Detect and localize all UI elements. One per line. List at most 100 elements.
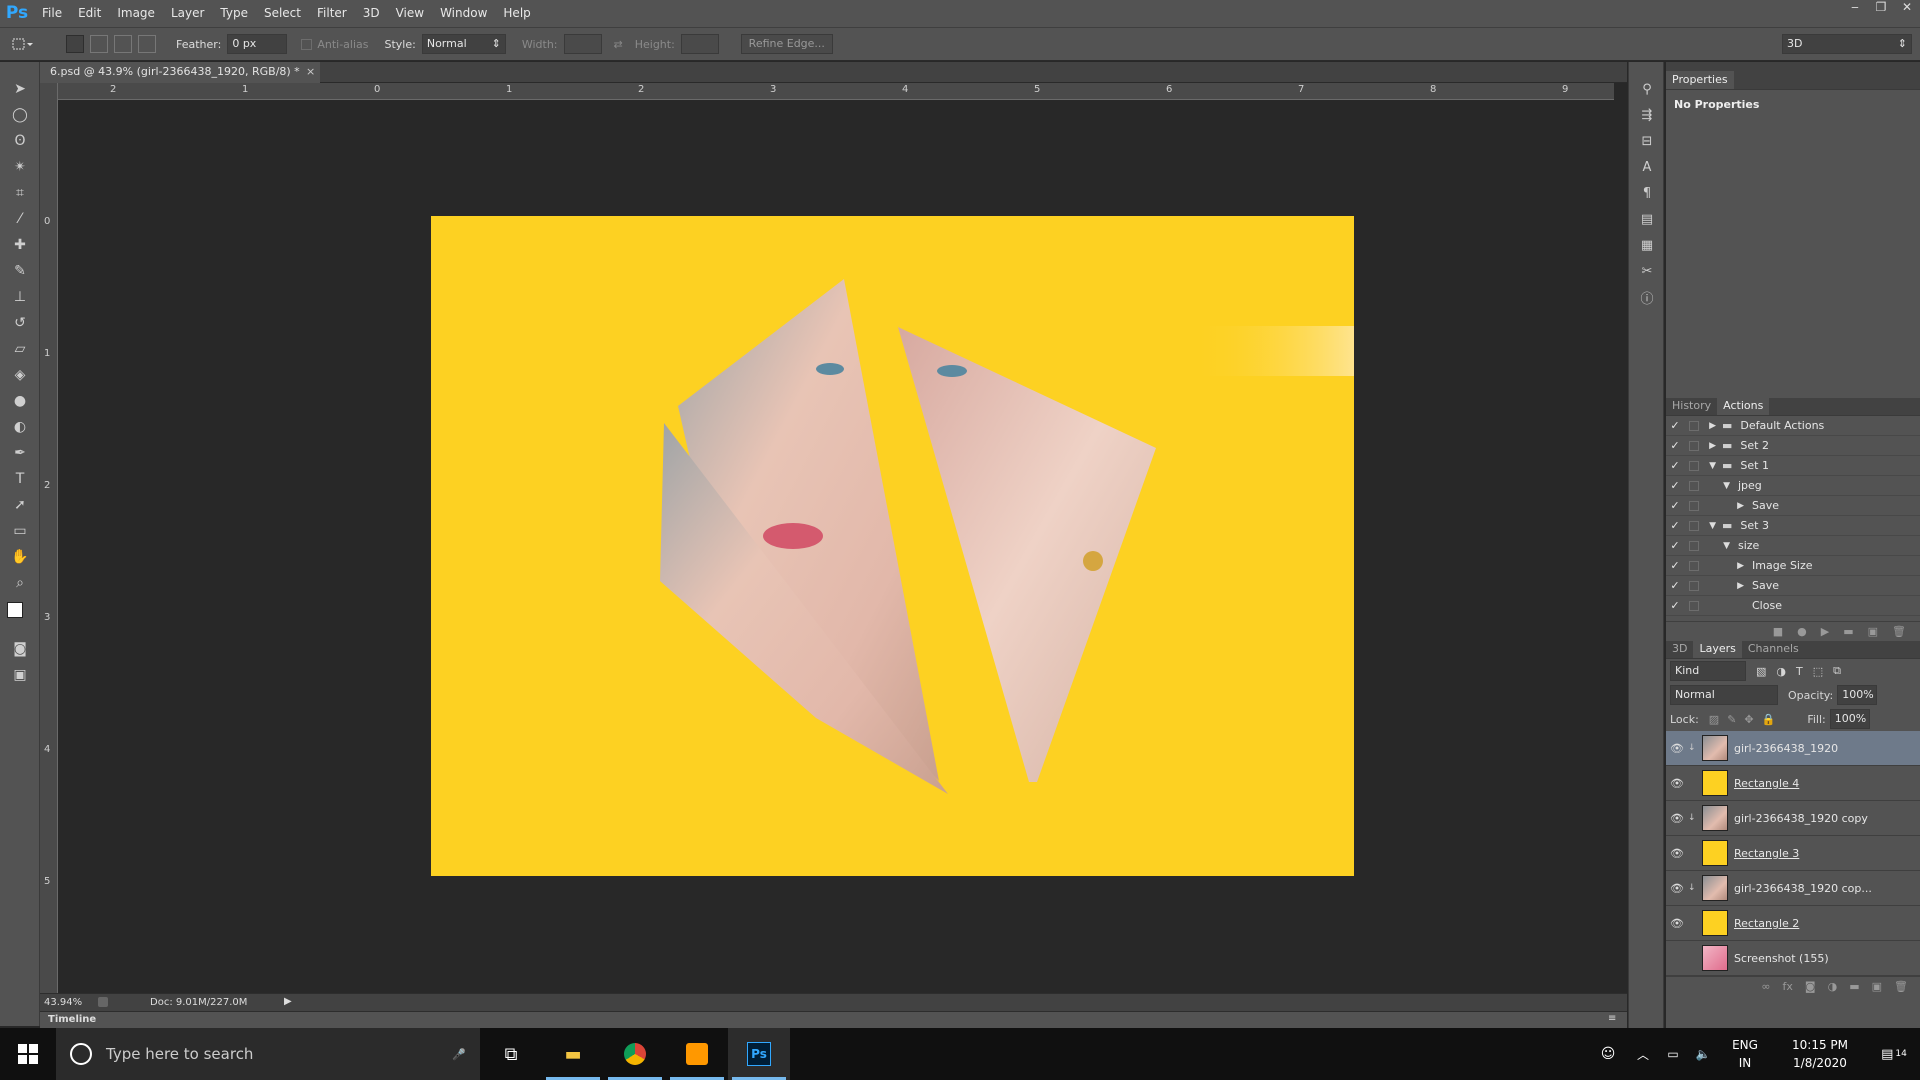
brush-icon[interactable]: ✎ [0,258,40,284]
character-icon[interactable]: A [1629,154,1665,180]
microphone-icon[interactable]: 🎤 [452,1048,466,1061]
layer-row[interactable]: 👁 Rectangle 3 [1666,836,1920,871]
check-icon[interactable]: ✓ [1666,579,1684,592]
layer-thumbnail[interactable] [1702,770,1728,796]
check-icon[interactable]: ✓ [1666,439,1684,452]
close-window-button[interactable]: ✕ [1894,0,1920,18]
clone-source-icon[interactable]: ⊟ [1629,128,1665,154]
quick-mask-icon[interactable]: ◙ [0,636,40,662]
paragraph-icon[interactable]: ¶ [1629,180,1665,206]
pen-icon[interactable]: ✒ [0,440,40,466]
menu-file[interactable]: File [34,0,70,27]
restore-button[interactable]: ❐ [1868,0,1894,18]
tab-properties[interactable]: Properties [1666,71,1734,89]
opacity-input[interactable]: 100% [1837,685,1878,705]
menu-image[interactable]: Image [109,0,163,27]
photoshop-taskbar-icon[interactable]: Ps [728,1028,790,1080]
layer-name[interactable]: girl-2366438_1920 cop... [1734,882,1872,895]
volume-icon[interactable]: 🔈 [1688,1028,1718,1080]
tools-icon[interactable]: ✂ [1629,258,1665,284]
tab-3d[interactable]: 3D [1666,640,1693,658]
dialog-toggle[interactable] [1689,540,1699,551]
dialog-toggle[interactable] [1689,600,1699,611]
people-icon[interactable]: ☺ [1588,1028,1628,1080]
action-row[interactable]: ✓ ▶ ▬ Default Actions [1666,416,1920,436]
tab-history[interactable]: History [1666,397,1717,415]
info-icon[interactable]: ⓘ [1629,284,1665,310]
photoshop-logo[interactable]: Ps [0,0,34,27]
check-icon[interactable]: ✓ [1666,499,1684,512]
check-icon[interactable]: ✓ [1666,559,1684,572]
file-explorer-icon[interactable]: ▬ [542,1028,604,1080]
layer-name[interactable]: girl-2366438_1920 copy [1734,812,1868,825]
tool-presets-icon[interactable]: ⇶ [1629,102,1665,128]
action-row[interactable]: ✓ ▶ Save [1666,576,1920,596]
zoom-level[interactable]: 43.94% [44,997,82,1008]
layer-row[interactable]: 👁 ↓ girl-2366438_1920 copy [1666,801,1920,836]
elliptical-marquee-icon[interactable]: ◯ [0,102,40,128]
disclosure-arrow-icon[interactable]: ▶ [1704,421,1716,431]
action-row[interactable]: ✓ Close [1666,596,1920,616]
action-row[interactable]: ✓ ▶ Image Size [1666,556,1920,576]
check-icon[interactable]: ✓ [1666,459,1684,472]
marquee-preset-picker[interactable] [0,37,44,51]
minimize-button[interactable]: ‒ [1842,0,1868,18]
shape-tool-icon[interactable]: ▭ [0,518,40,544]
disclosure-arrow-icon[interactable]: ▼ [1704,541,1730,551]
action-center-icon[interactable]: ▤ 14 [1868,1028,1920,1080]
layer-row[interactable]: 👁 ↓ girl-2366438_1920 cop... [1666,871,1920,906]
clone-stamp-icon[interactable]: ⊥ [0,284,40,310]
swap-icon[interactable]: ⇄ [614,38,623,51]
intersect-selection-icon[interactable] [138,35,156,53]
disclosure-arrow-icon[interactable]: ▼ [1704,481,1730,491]
link-icon[interactable]: ∞ [1761,980,1770,993]
adjustment-icon[interactable]: ◑ [1828,980,1838,993]
menu-window[interactable]: Window [432,0,495,27]
magic-wand-icon[interactable]: ✴ [0,154,40,180]
visibility-eye-icon[interactable]: 👁 [1666,742,1688,755]
layer-row[interactable]: 👁 Rectangle 2 [1666,906,1920,941]
mask-icon[interactable]: ◙ [1805,980,1816,993]
start-button[interactable] [0,1028,56,1080]
antialias-checkbox[interactable] [301,38,313,50]
check-icon[interactable]: ✓ [1666,479,1684,492]
brush-presets-icon[interactable]: ⚲ [1629,76,1665,102]
hand-tool-icon[interactable]: ✋ [0,544,40,570]
dialog-toggle[interactable] [1689,580,1699,591]
layer-thumbnail[interactable] [1702,735,1728,761]
workspace-select[interactable]: 3D ⇕ [1782,34,1912,54]
foreground-color-swatch[interactable] [7,602,23,618]
dialog-toggle[interactable] [1689,560,1699,571]
dialog-toggle[interactable] [1689,460,1699,471]
status-info-icon[interactable] [98,997,108,1007]
subtract-selection-icon[interactable] [114,35,132,53]
sublime-text-icon[interactable] [666,1028,728,1080]
healing-brush-icon[interactable]: ✚ [0,232,40,258]
layer-name[interactable]: Screenshot (155) [1734,952,1829,965]
visibility-eye-icon[interactable]: 👁 [1666,917,1688,930]
menu-edit[interactable]: Edit [70,0,109,27]
action-row[interactable]: ✓ ▼ ▬ Set 1 [1666,456,1920,476]
filter-type-icon[interactable]: T [1796,665,1803,678]
layer-thumbnail[interactable] [1702,910,1728,936]
refine-edge-button[interactable]: Refine Edge... [740,34,833,54]
visibility-eye-icon[interactable]: 👁 [1666,847,1688,860]
clock[interactable]: 10:15 PM 1/8/2020 [1772,1036,1868,1072]
tab-actions[interactable]: Actions [1717,397,1770,415]
eraser-icon[interactable]: ▱ [0,336,40,362]
style-select[interactable]: Normal ⇕ [421,34,506,54]
tab-channels[interactable]: Channels [1742,640,1805,658]
layer-row[interactable]: Screenshot (155) [1666,941,1920,976]
width-input[interactable] [563,34,602,54]
crop-icon[interactable]: ⌗ [0,180,40,206]
delete-layer-icon[interactable]: 🗑 [1894,980,1908,993]
layer-name[interactable]: girl-2366438_1920 [1734,742,1838,755]
add-selection-icon[interactable] [90,35,108,53]
disclosure-arrow-icon[interactable]: ▶ [1704,581,1744,591]
group-icon[interactable]: ▬ [1849,980,1859,993]
new-action-icon[interactable]: ▣ [1868,625,1878,638]
disclosure-arrow-icon[interactable]: ▼ [1704,521,1716,531]
dialog-toggle[interactable] [1689,500,1699,511]
layer-name[interactable]: Rectangle 3 [1734,847,1799,860]
path-selection-icon[interactable]: ➚ [0,492,40,518]
